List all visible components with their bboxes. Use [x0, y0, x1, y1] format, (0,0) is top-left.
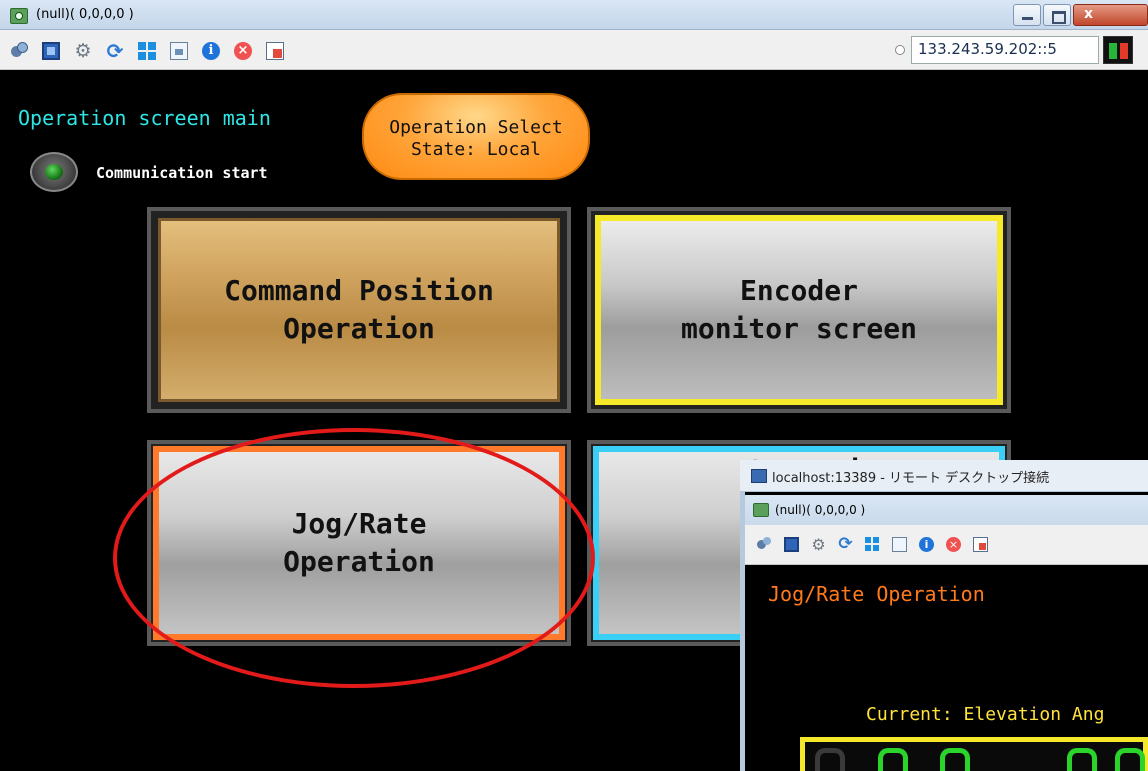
current-elevation-label: Current: Elevation Ang — [866, 704, 1105, 725]
refresh-icon[interactable]: ⟳ — [106, 41, 124, 61]
seven-segment-digit — [1115, 748, 1145, 771]
close-icon: x — [1084, 6, 1094, 22]
gear-icon[interactable]: ⚙ — [74, 42, 92, 61]
screenshot-icon[interactable] — [892, 537, 907, 552]
seven-segment-digit — [878, 748, 908, 771]
seven-segment-digit — [1067, 748, 1097, 771]
remote-app-title: (null)( 0,0,0,0 ) — [775, 503, 866, 517]
gear-icon[interactable]: ⚙ — [811, 537, 826, 553]
maximize-button[interactable] — [1043, 4, 1071, 26]
screenshot-icon[interactable] — [170, 42, 188, 60]
encoder-monitor-button[interactable]: Encoder monitor screen — [595, 215, 1003, 405]
seven-segment-digit — [815, 748, 845, 771]
communication-label: Communication start — [96, 164, 268, 182]
connect-icon[interactable] — [757, 537, 772, 552]
address-radio[interactable] — [895, 45, 905, 55]
operation-state-label: State: Local — [410, 139, 542, 160]
status-indicator — [1103, 36, 1133, 64]
status-green-bar — [1109, 43, 1117, 59]
exit-icon[interactable] — [266, 42, 284, 60]
operation-select-button[interactable]: Operation Select State: Local — [362, 93, 590, 180]
command-position-button[interactable]: Command Position Operation — [158, 218, 560, 402]
windows-icon[interactable] — [865, 537, 880, 552]
stop-icon[interactable]: × — [234, 42, 252, 60]
app-eye-icon — [10, 8, 28, 24]
command-position-label-1: Command Position — [224, 274, 494, 307]
info-icon[interactable]: i — [202, 42, 220, 60]
minimize-button[interactable] — [1013, 4, 1041, 26]
red-annotation-ellipse — [113, 428, 595, 688]
close-button[interactable]: x — [1073, 4, 1148, 26]
remote-page-title: Jog/Rate Operation — [768, 582, 985, 606]
stop-icon[interactable]: × — [946, 537, 961, 552]
remote-desktop-icon — [751, 469, 767, 483]
encoder-label-2: monitor screen — [680, 312, 917, 345]
seven-segment-digit — [940, 748, 970, 771]
fullscreen-icon[interactable] — [784, 537, 799, 552]
address-field[interactable]: 133.243.59.202::5 — [911, 36, 1099, 64]
page-title: Operation screen main — [18, 106, 271, 130]
communication-led-button[interactable] — [30, 152, 78, 192]
window-title: (null)( 0,0,0,0 ) — [36, 7, 134, 22]
title-bar — [0, 0, 1148, 30]
fullscreen-icon[interactable] — [42, 42, 60, 60]
remote-window-title: localhost:13389 - リモート デスクトップ接続 — [772, 471, 1050, 486]
refresh-icon[interactable]: ⟳ — [838, 536, 853, 553]
operation-select-label: Operation Select — [389, 117, 563, 138]
windows-icon[interactable] — [138, 42, 156, 60]
status-red-bar — [1120, 43, 1128, 59]
connect-icon[interactable] — [10, 42, 28, 60]
encoder-label-1: Encoder — [739, 274, 858, 307]
exit-icon[interactable] — [973, 537, 988, 552]
command-position-label-2: Operation — [283, 312, 435, 345]
remote-app-eye-icon — [753, 503, 769, 517]
info-icon[interactable]: i — [919, 537, 934, 552]
